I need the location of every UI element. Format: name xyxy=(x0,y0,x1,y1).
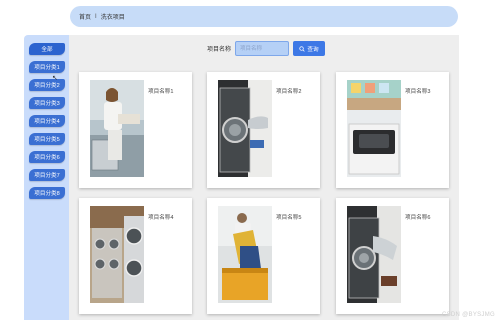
project-title: 项目名称6 xyxy=(405,215,431,221)
project-title: 项目名称2 xyxy=(276,89,302,95)
project-title: 项目名称4 xyxy=(148,215,174,221)
project-card[interactable]: 项目名称5 xyxy=(207,198,320,314)
breadcrumb: 首页 I 洗衣项目 xyxy=(70,6,458,27)
project-image[interactable] xyxy=(347,80,401,177)
project-card[interactable]: 项目名称6 xyxy=(336,198,449,314)
sidebar-item-category-8[interactable]: 项目分类8 xyxy=(29,187,65,199)
search-button[interactable]: 查询 xyxy=(293,41,326,56)
search-button-label: 查询 xyxy=(307,46,319,53)
project-card[interactable]: 项目名称4 xyxy=(79,198,192,314)
sidebar-item-category-1[interactable]: 项目分类1 xyxy=(29,61,65,73)
sidebar-item-category-7[interactable]: 项目分类7 xyxy=(29,169,65,181)
project-image[interactable] xyxy=(90,80,144,177)
project-card[interactable]: 项目名称3 xyxy=(336,72,449,188)
search-label: 项目名称 xyxy=(207,47,232,53)
search-input[interactable] xyxy=(235,41,290,56)
project-title: 项目名称5 xyxy=(276,215,302,221)
sidebar-item-all[interactable]: 全部 xyxy=(29,43,65,55)
watermark: CSDN @BYSJMG xyxy=(441,312,495,318)
sidebar-item-category-4[interactable]: 项目分类4 xyxy=(29,115,65,127)
project-image[interactable] xyxy=(218,206,272,303)
search-bar: 项目名称 查询 xyxy=(207,41,326,56)
project-card[interactable]: 项目名称2 xyxy=(207,72,320,188)
sidebar-item-category-6[interactable]: 项目分类6 xyxy=(29,151,65,163)
project-title: 项目名称1 xyxy=(148,89,174,95)
project-image[interactable] xyxy=(90,206,144,303)
project-image[interactable] xyxy=(218,80,272,177)
mouse-cursor-icon: ↖ xyxy=(52,75,58,82)
search-icon xyxy=(299,45,306,52)
breadcrumb-current: 洗衣项目 xyxy=(100,15,125,21)
category-sidebar: 全部 项目分类1 项目分类2 项目分类3 项目分类4 项目分类5 项目分类6 项… xyxy=(24,35,69,320)
sidebar-item-category-5[interactable]: 项目分类5 xyxy=(29,133,65,145)
sidebar-item-category-2[interactable]: 项目分类2 xyxy=(29,79,65,91)
main-panel: 项目名称 查询 项目名称1 xyxy=(69,35,459,320)
breadcrumb-separator: I xyxy=(95,13,97,20)
project-image[interactable] xyxy=(347,206,401,303)
project-card[interactable]: 项目名称1 xyxy=(79,72,192,188)
breadcrumb-home[interactable]: 首页 xyxy=(79,12,91,21)
sidebar-item-category-3[interactable]: 项目分类3 xyxy=(29,97,65,109)
project-title: 项目名称3 xyxy=(405,89,431,95)
